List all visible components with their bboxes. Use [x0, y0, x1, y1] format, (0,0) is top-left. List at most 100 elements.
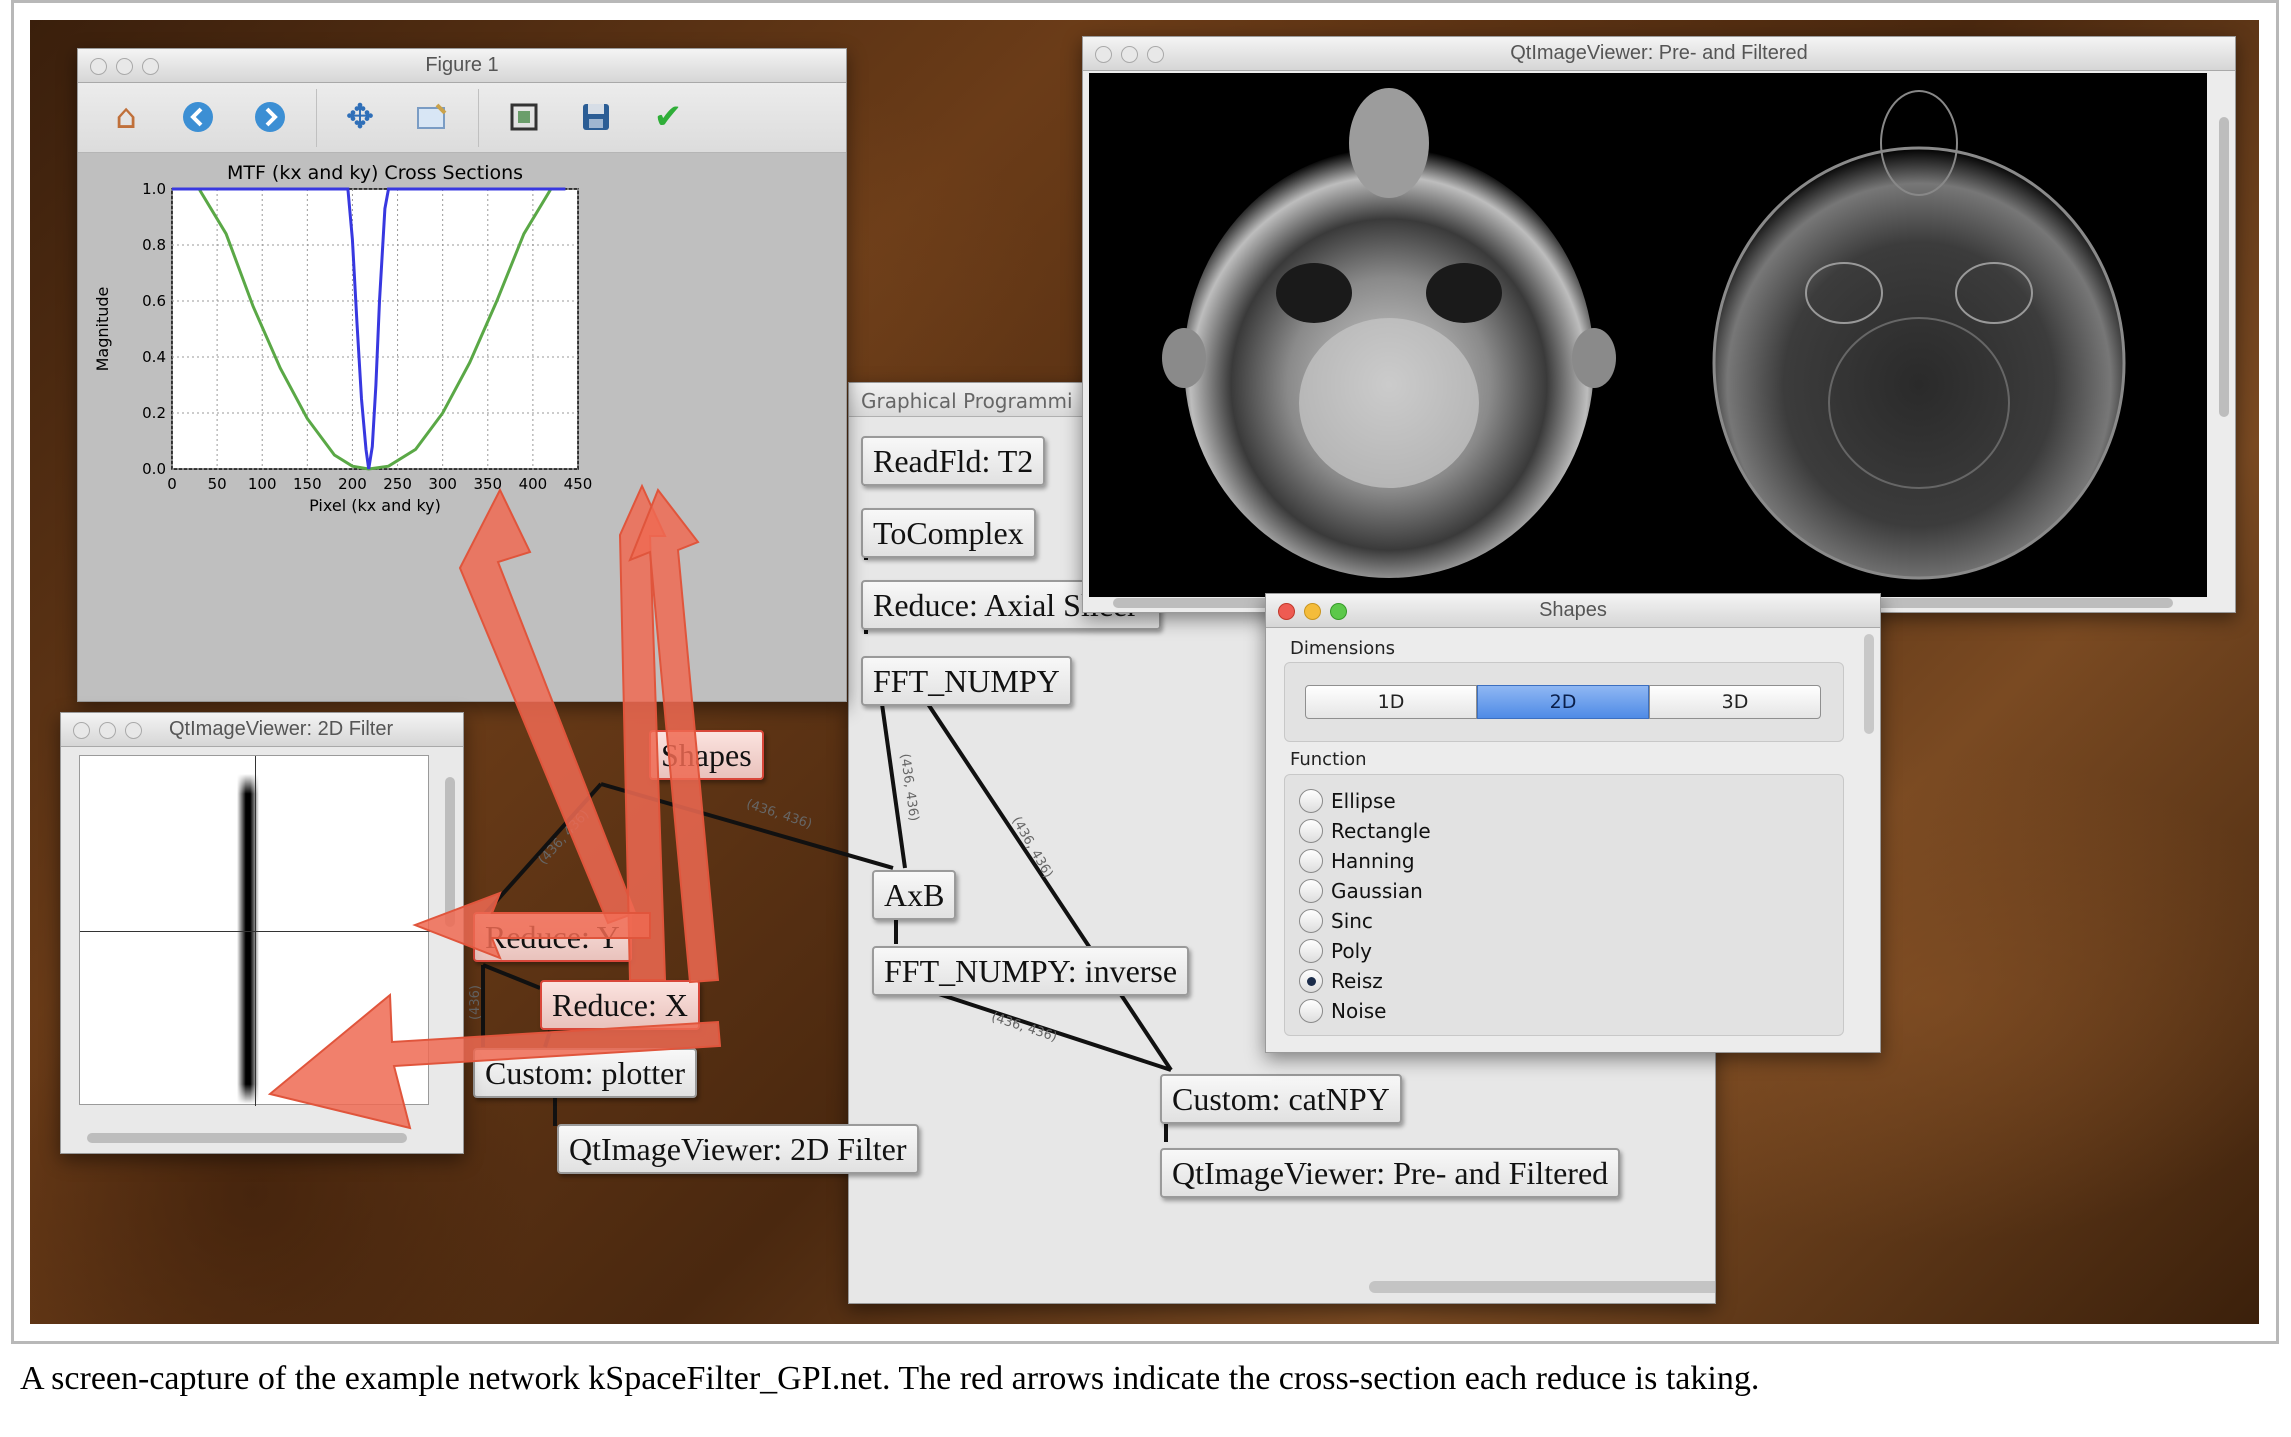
function-label: Function [1290, 749, 1367, 770]
zoom-button[interactable] [1330, 603, 1347, 620]
x-tick-label: 250 [383, 475, 412, 493]
dimension-3d[interactable]: 3D [1649, 685, 1821, 719]
zoom-icon[interactable] [410, 95, 454, 139]
preview-title: QtImageViewer: Pre- and Filtered [1510, 42, 1808, 64]
crosshair-vertical [255, 756, 256, 1106]
radio-hanning[interactable]: Hanning [1299, 849, 1415, 873]
node-plotter[interactable]: Custom: plotter [473, 1048, 697, 1098]
filter-viewer-title: QtImageViewer: 2D Filter [169, 718, 394, 740]
plot-area: 0 50 100 150 200 250 300 350 400 450 0.0 0.2 0.4 0.6 0… [78, 153, 846, 701]
preview-controls [1095, 46, 1164, 63]
minimize-button[interactable] [116, 58, 133, 75]
mri-filtered [1712, 90, 2126, 580]
radio-rectangle[interactable]: Rectangle [1299, 819, 1431, 843]
y-tick-label: 0.2 [142, 404, 166, 422]
toolbar-separator [478, 89, 479, 147]
filter-vscrollbar[interactable] [445, 777, 455, 927]
close-button[interactable] [1278, 603, 1295, 620]
filter-viewer-controls [73, 722, 142, 739]
node-fft-inverse[interactable]: FFT_NUMPY: inverse [872, 946, 1190, 996]
y-tick-label: 0.6 [142, 292, 166, 310]
x-tick-label: 200 [338, 475, 367, 493]
radio-noise[interactable]: Noise [1299, 999, 1386, 1023]
shapes-controls [1278, 603, 1347, 620]
node-reduce-x[interactable]: Reduce: X [540, 980, 700, 1030]
figure-window-controls [90, 58, 159, 75]
x-tick-label: 400 [519, 475, 548, 493]
y-axis-label: Magnitude [93, 287, 112, 372]
close-button[interactable] [73, 722, 90, 739]
x-axis-label: Pixel (kx and ky) [309, 496, 441, 515]
home-icon[interactable]: ⌂ [104, 95, 148, 139]
close-button[interactable] [90, 58, 107, 75]
y-tick-label: 0.0 [142, 460, 166, 478]
dimension-1d[interactable]: 1D [1305, 685, 1477, 719]
node-shapes[interactable]: Shapes [649, 730, 764, 780]
node-reduce-y[interactable]: Reduce: Y [473, 912, 632, 962]
minimize-button[interactable] [1121, 46, 1138, 63]
filter-image [79, 755, 430, 1106]
x-tick-label: 350 [473, 475, 502, 493]
function-group: Ellipse Rectangle Hanning Gaussian Sinc … [1284, 774, 1844, 1036]
node-viewer-2d[interactable]: QtImageViewer: 2D Filter [557, 1124, 919, 1174]
plot-frame [171, 188, 579, 470]
filter-viewer-window: QtImageViewer: 2D Filter [60, 712, 464, 1154]
chart-title: MTF (kx and ky) Cross Sections [227, 162, 523, 184]
dimensions-group: 1D 2D 3D [1284, 662, 1844, 742]
radio-reisz[interactable]: Reisz [1299, 969, 1383, 993]
back-icon[interactable] [176, 95, 220, 139]
node-tocomplex[interactable]: ToComplex [861, 508, 1036, 558]
preview-image [1089, 73, 2207, 597]
radio-ellipse[interactable]: Ellipse [1299, 789, 1396, 813]
desktop: Graphical Programmi (436, 436) (436, 436… [30, 20, 2259, 1324]
mri-pre [1162, 88, 1616, 578]
save-icon[interactable] [574, 95, 618, 139]
y-tick-label: 0.8 [142, 236, 166, 254]
filter-hscrollbar[interactable] [87, 1133, 407, 1143]
figure-toolbar: ⌂ ✥ ✔ [78, 83, 846, 153]
figure-window: Figure 1 ⌂ ✥ ✔ 0 50 100 150 200 250 300 350 400 4… [77, 48, 847, 702]
mri-images [1162, 88, 2126, 580]
figure-titlebar: Figure 1 [78, 49, 846, 83]
dimension-segmented-control: 1D 2D 3D [1305, 685, 1821, 719]
toolbar-separator [316, 89, 317, 147]
radio-poly[interactable]: Poly [1299, 939, 1372, 963]
shapes-titlebar: Shapes [1266, 594, 1880, 628]
shapes-dialog: Shapes Dimensions 1D 2D 3D Function Elli… [1265, 593, 1881, 1053]
shapes-title: Shapes [1539, 599, 1607, 621]
zoom-button[interactable] [1147, 46, 1164, 63]
mtf-chart: 0 50 100 150 200 250 300 350 400 450 0.0 0.2 0.4 0.6 0… [93, 162, 593, 515]
x-tick-label: 150 [293, 475, 322, 493]
figure-caption: A screen-capture of the example network … [20, 1360, 1760, 1397]
figure-title: Figure 1 [425, 54, 499, 76]
x-tick-label: 300 [428, 475, 457, 493]
shapes-vscrollbar[interactable] [1864, 634, 1874, 734]
node-fft[interactable]: FFT_NUMPY [861, 656, 1072, 706]
radio-sinc[interactable]: Sinc [1299, 909, 1373, 933]
x-tick-label: 450 [564, 475, 593, 493]
node-readfld[interactable]: ReadFld: T2 [861, 436, 1046, 486]
node-axb[interactable]: AxB [872, 870, 957, 920]
check-icon[interactable]: ✔ [646, 95, 690, 139]
zoom-button[interactable] [125, 722, 142, 739]
subplots-icon[interactable] [502, 95, 546, 139]
x-tick-label: 100 [248, 475, 277, 493]
node-catnpy[interactable]: Custom: catNPY [1160, 1074, 1402, 1124]
zoom-button[interactable] [142, 58, 159, 75]
dimension-2d[interactable]: 2D [1477, 685, 1649, 719]
forward-icon[interactable] [248, 95, 292, 139]
minimize-button[interactable] [99, 722, 116, 739]
edge-label-reduce-plotter: (436) [467, 985, 483, 1020]
preview-vscrollbar[interactable] [2219, 117, 2229, 417]
y-tick-label: 1.0 [142, 180, 166, 198]
preview-titlebar: QtImageViewer: Pre- and Filtered [1083, 37, 2235, 71]
x-tick-label: 0 [167, 475, 177, 493]
x-tick-label: 50 [208, 475, 227, 493]
y-tick-label: 0.4 [142, 348, 166, 366]
dimensions-label: Dimensions [1290, 638, 1396, 659]
radio-gaussian[interactable]: Gaussian [1299, 879, 1423, 903]
pan-icon[interactable]: ✥ [338, 95, 382, 139]
node-viewer-pre[interactable]: QtImageViewer: Pre- and Filtered [1160, 1148, 1621, 1198]
minimize-button[interactable] [1304, 603, 1321, 620]
close-button[interactable] [1095, 46, 1112, 63]
